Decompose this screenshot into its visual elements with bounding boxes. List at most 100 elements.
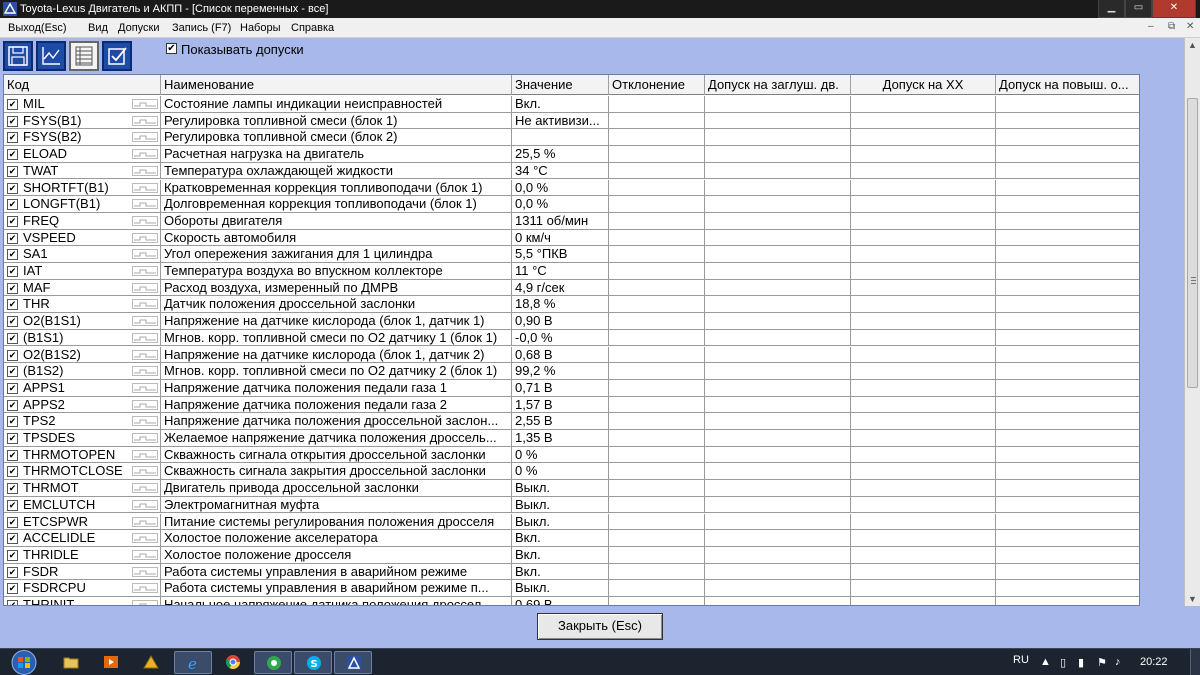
sparkline-icon[interactable]	[132, 182, 158, 193]
minimize-button[interactable]: ▁	[1098, 0, 1125, 18]
row-checkbox[interactable]: ✔	[7, 449, 18, 461]
table-row[interactable]: ✔ ELOAD Расчетная нагрузка на двигатель 25,…	[4, 146, 1139, 163]
row-checkbox[interactable]: ✔	[7, 499, 18, 511]
sparkline-icon[interactable]	[132, 566, 158, 577]
sparkline-icon[interactable]	[132, 533, 158, 544]
sparkline-icon[interactable]	[132, 449, 158, 460]
table-row[interactable]: ✔ THR Датчик положения дроссельной заслонк…	[4, 296, 1139, 314]
sparkline-icon[interactable]	[132, 266, 158, 276]
row-checkbox[interactable]: ✔	[7, 266, 18, 277]
table-row[interactable]: ✔ FSYS(B1) Регулировка топливной смеси (бл…	[4, 112, 1139, 130]
sparkline-icon[interactable]	[132, 583, 158, 594]
table-row[interactable]: ✔ IAT Температура воздуха во впускном колл…	[4, 263, 1139, 280]
row-checkbox[interactable]: ✔	[7, 466, 18, 478]
row-checkbox[interactable]: ✔	[7, 199, 18, 211]
show-desktop-button[interactable]	[1190, 649, 1200, 675]
clock[interactable]: 20:22	[1140, 656, 1168, 668]
taskbar-green-app[interactable]	[254, 651, 292, 674]
sparkline-icon[interactable]	[132, 282, 158, 293]
start-button[interactable]	[6, 649, 42, 675]
col-header-value[interactable]: Значение	[512, 75, 609, 95]
row-checkbox[interactable]: ✔	[7, 416, 18, 428]
menu-view[interactable]: Вид	[88, 22, 108, 34]
row-checkbox[interactable]: ✔	[7, 366, 18, 378]
sparkline-icon[interactable]	[132, 349, 158, 360]
row-checkbox[interactable]: ✔	[7, 299, 18, 311]
sparkline-icon[interactable]	[132, 316, 158, 327]
sparkline-icon[interactable]	[132, 115, 158, 126]
row-checkbox[interactable]: ✔	[7, 182, 18, 194]
menu-help[interactable]: Справка	[291, 22, 334, 34]
row-checkbox[interactable]: ✔	[7, 165, 18, 177]
col-header-tol-engine-off[interactable]: Допуск на заглуш. дв.	[705, 75, 851, 95]
taskbar-media-player[interactable]	[92, 651, 130, 674]
table-row[interactable]: ✔ EMCLUTCH Электромагнитная муфта Выкл.	[4, 496, 1139, 514]
row-checkbox[interactable]: ✔	[7, 99, 18, 110]
row-checkbox[interactable]: ✔	[7, 566, 18, 578]
menu-tolerances[interactable]: Допуски	[118, 22, 159, 34]
row-checkbox[interactable]: ✔	[7, 115, 18, 127]
sparkline-icon[interactable]	[132, 232, 158, 243]
sparkline-icon[interactable]	[132, 332, 158, 343]
row-checkbox[interactable]: ✔	[7, 349, 18, 361]
sparkline-icon[interactable]	[132, 382, 158, 393]
row-checkbox[interactable]: ✔	[7, 316, 18, 328]
tray-expand-icon[interactable]: ▲	[1040, 656, 1051, 668]
sparkline-icon[interactable]	[132, 399, 158, 410]
table-row[interactable]: ✔ MIL Состояние лампы индикации неисправно…	[4, 96, 1139, 113]
table-row[interactable]: ✔ VSPEED Скорость автомобиля 0 км/ч	[4, 229, 1139, 247]
table-row[interactable]: ✔ THRMOTOPEN Скважность сигнала открытия д…	[4, 446, 1139, 464]
table-row[interactable]: ✔ THRMOT Двигатель привода дроссельной зас…	[4, 480, 1139, 497]
table-row[interactable]: ✔ THRIDLE Холостое положение дросселя Вкл.	[4, 546, 1139, 564]
table-row[interactable]: ✔ LONGFT(B1) Долговременная коррекция топл…	[4, 196, 1139, 213]
sparkline-icon[interactable]	[132, 466, 158, 477]
col-header-deviation[interactable]: Отклонение	[609, 75, 705, 95]
volume-icon[interactable]: ♪	[1115, 656, 1121, 668]
battery-icon[interactable]: ▯	[1060, 656, 1066, 669]
taskbar-ie[interactable]: e	[174, 651, 212, 674]
taskbar-chrome[interactable]	[214, 651, 252, 674]
row-checkbox[interactable]: ✔	[7, 549, 18, 561]
table-row[interactable]: ✔ THRINIT Начальное напряжение датчика пол…	[4, 597, 1139, 605]
sparkline-icon[interactable]	[132, 249, 158, 260]
table-row[interactable]: ✔ MAF Расход воздуха, измеренный по ДМРВ 4,…	[4, 279, 1139, 297]
graph-button[interactable]	[36, 41, 66, 71]
check-button[interactable]	[102, 41, 132, 71]
sparkline-icon[interactable]	[132, 215, 158, 226]
taskbar-skype[interactable]: S	[294, 651, 332, 674]
table-row[interactable]: ✔ ACCELIDLE Холостое положение акселератор…	[4, 530, 1139, 547]
taskbar-app[interactable]	[132, 651, 170, 674]
row-checkbox[interactable]: ✔	[7, 433, 18, 444]
sparkline-icon[interactable]	[132, 99, 158, 109]
table-row[interactable]: ✔ TWAT Температура охлаждающей жидкости 34 …	[4, 162, 1139, 180]
table-row[interactable]: ✔ ETCSPWR Питание системы регулирования по…	[4, 513, 1139, 531]
col-header-tol-high[interactable]: Допуск на повыш. о...	[996, 75, 1139, 95]
row-checkbox[interactable]: ✔	[7, 583, 18, 595]
row-checkbox[interactable]: ✔	[7, 249, 18, 261]
row-checkbox[interactable]: ✔	[7, 132, 18, 144]
col-header-tol-idle[interactable]: Допуск на ХХ	[851, 75, 996, 95]
row-checkbox[interactable]: ✔	[7, 215, 18, 227]
table-row[interactable]: ✔ SA1 Угол опережения зажигания для 1 цили…	[4, 246, 1139, 263]
table-row[interactable]: ✔ (B1S1) Мгнов. корр. топливной смеси по O…	[4, 329, 1139, 347]
save-button[interactable]	[3, 41, 33, 71]
table-row[interactable]: ✔ TPS2 Напряжение датчика положения дроссе…	[4, 413, 1139, 430]
row-checkbox[interactable]: ✔	[7, 332, 18, 344]
mdi-close-icon[interactable]: ✕	[1186, 21, 1194, 32]
sparkline-icon[interactable]	[132, 149, 158, 160]
sparkline-icon[interactable]	[132, 416, 158, 427]
close-window-button[interactable]: ✕	[1152, 0, 1196, 18]
sparkline-icon[interactable]	[132, 516, 158, 527]
sparkline-icon[interactable]	[132, 433, 158, 443]
table-row[interactable]: ✔ APPS2 Напряжение датчика положения педал…	[4, 396, 1139, 414]
sparkline-icon[interactable]	[132, 366, 158, 377]
scroll-up-icon[interactable]: ▲	[1188, 40, 1197, 50]
table-row[interactable]: ✔ THRMOTCLOSE Скважность сигнала закрытия …	[4, 463, 1139, 481]
col-header-name[interactable]: Наименование	[161, 75, 512, 95]
sparkline-icon[interactable]	[132, 165, 158, 176]
table-row[interactable]: ✔ FREQ Обороты двигателя 1311 об/мин	[4, 212, 1139, 230]
sparkline-icon[interactable]	[132, 299, 158, 310]
maximize-button[interactable]: ▭	[1125, 0, 1152, 18]
row-checkbox[interactable]: ✔	[7, 149, 18, 161]
mdi-restore-icon[interactable]: ⧉	[1168, 21, 1175, 32]
